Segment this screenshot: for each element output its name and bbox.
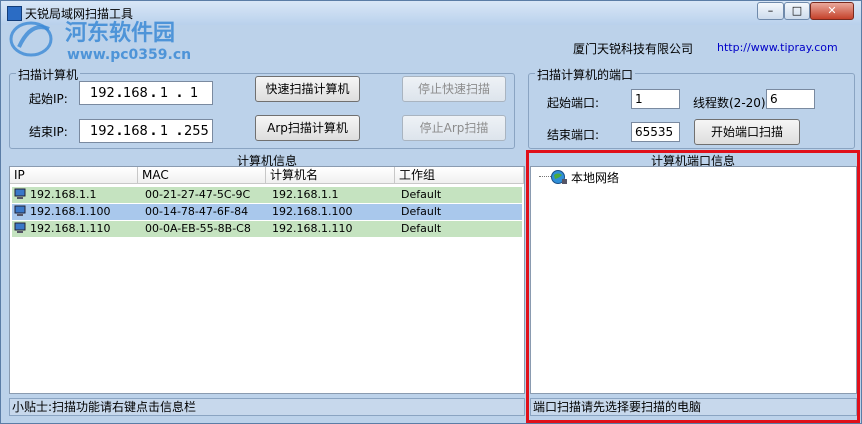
threads-input[interactable]: 6 (766, 89, 815, 109)
table-row[interactable]: 192.168.1.1 00-21-27-47-5C-9C 192.168.1.… (12, 187, 522, 203)
main-window: 天锐局域网扫描工具 – □ ✕ 河东软件园 www.pc0359.cn 厦门天锐… (0, 0, 862, 424)
ip-dot: . (151, 124, 156, 139)
column-header-workgroup[interactable]: 工作组 (395, 167, 524, 184)
cell-name: 192.168.1.110 (272, 222, 353, 235)
table-row[interactable]: 192.168.1.110 00-0A-EB-55-8B-C8 192.168.… (12, 221, 522, 237)
quick-scan-button[interactable]: 快速扫描计算机 (255, 76, 360, 102)
start-ip-label: 起始IP: (29, 92, 68, 106)
cell-ip: 192.168.1.110 (30, 222, 111, 235)
close-button[interactable]: ✕ (810, 2, 854, 20)
watermark-url: www.pc0359.cn (67, 47, 192, 63)
stop-quick-scan-button[interactable]: 停止快速扫描 (402, 76, 506, 102)
ip-dot: . (117, 86, 122, 101)
cell-ip: 192.168.1.1 (30, 188, 97, 201)
start-port-label: 起始端口: (547, 96, 600, 110)
end-ip-field[interactable]: 192 . 168 . 1 . 255 (79, 119, 213, 143)
start-port-scan-button[interactable]: 开始端口扫描 (694, 119, 800, 145)
watermark-name: 河东软件园 (65, 21, 176, 46)
cell-name: 192.168.1.1 (272, 188, 339, 201)
end-ip-label: 结束IP: (29, 125, 68, 139)
start-ip-octet-3: 1 (160, 86, 169, 101)
start-ip-octet-2: 168 (123, 86, 148, 101)
cell-mac: 00-0A-EB-55-8B-C8 (145, 222, 251, 235)
start-ip-octet-1: 192 (90, 86, 115, 101)
column-header-name[interactable]: 计算机名 (266, 167, 395, 184)
column-header-mac[interactable]: MAC (138, 167, 266, 184)
end-port-label: 结束端口: (547, 128, 600, 142)
computer-info-list[interactable]: IP MAC 计算机名 工作组 192.168.1.1 00-21-27-47-… (9, 166, 525, 394)
computer-icon (14, 205, 26, 216)
end-ip-octet-1: 192 (90, 124, 115, 139)
end-port-input[interactable]: 65535 (631, 122, 680, 142)
cell-name: 192.168.1.100 (272, 205, 353, 218)
company-name: 厦门天锐科技有限公司 (573, 42, 694, 56)
cell-ip: 192.168.1.100 (30, 205, 111, 218)
computer-icon (14, 222, 26, 233)
start-port-input[interactable]: 1 (631, 89, 680, 109)
start-ip-field[interactable]: 192 . 168 . 1 . 1 (79, 81, 213, 105)
ip-dot: . (117, 124, 122, 139)
red-highlight-box (526, 150, 860, 423)
status-tip-left: 小贴士:扫描功能请右键点击信息栏 (9, 398, 525, 416)
company-link[interactable]: http://www.tipray.com (717, 41, 838, 54)
column-header-ip[interactable]: IP (10, 167, 138, 184)
start-ip-octet-4: 1 (190, 86, 199, 101)
cell-mac: 00-14-78-47-6F-84 (145, 205, 249, 218)
arp-scan-button[interactable]: Arp扫描计算机 (255, 115, 360, 141)
scan-ports-title: 扫描计算机的端口 (535, 66, 636, 83)
computer-icon (14, 188, 26, 199)
ip-dot: . (177, 124, 182, 139)
stop-arp-scan-button[interactable]: 停止Arp扫描 (402, 115, 506, 141)
ip-dot: . (151, 86, 156, 101)
cell-workgroup: Default (401, 222, 442, 235)
end-ip-octet-3: 1 (160, 124, 169, 139)
cell-mac: 00-21-27-47-5C-9C (145, 188, 251, 201)
threads-label: 线程数(2-20): (693, 96, 770, 110)
cell-workgroup: Default (401, 205, 442, 218)
maximize-button[interactable]: □ (784, 2, 810, 20)
ip-dot: . (177, 86, 182, 101)
table-row[interactable]: 192.168.1.100 00-14-78-47-6F-84 192.168.… (12, 204, 522, 220)
scan-computers-title: 扫描计算机 (16, 66, 81, 83)
end-ip-octet-4: 255 (184, 124, 209, 139)
watermark-logo-icon (9, 21, 53, 57)
cell-workgroup: Default (401, 188, 442, 201)
end-ip-octet-2: 168 (123, 124, 148, 139)
minimize-button[interactable]: – (757, 2, 784, 20)
